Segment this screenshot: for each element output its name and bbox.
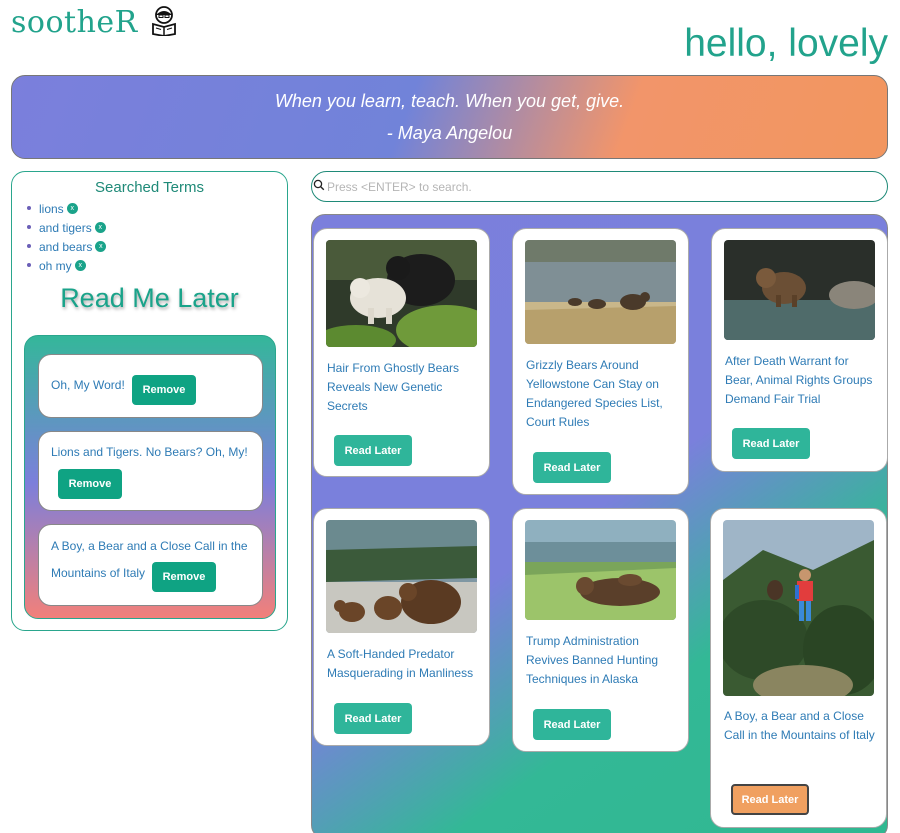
remove-term-icon[interactable]: x: [94, 222, 106, 233]
searched-terms-title: Searched Terms: [95, 179, 204, 196]
article-title[interactable]: After Death Warrant for Bear, Animal Rig…: [725, 352, 877, 409]
search-bar: [311, 171, 888, 202]
reader-icon: [150, 6, 178, 41]
read-later-button[interactable]: Read Later: [334, 435, 412, 466]
article-title[interactable]: A Boy, a Bear and a Close Call in the Mo…: [724, 707, 876, 745]
article-image[interactable]: [525, 240, 676, 344]
logo-text: sootheR: [11, 5, 138, 40]
searched-term: and tigers x: [26, 218, 106, 237]
searched-term: oh my x: [26, 256, 106, 275]
quote-author: - Maya Angelou: [386, 123, 513, 143]
article-image[interactable]: [723, 520, 874, 696]
read-later-item-title-cont[interactable]: Mountains of Italy: [51, 560, 145, 587]
read-me-later-title: Read Me Later: [60, 283, 239, 313]
article-card: A Soft-Handed Predator Masquerading in M…: [313, 508, 490, 746]
read-later-item-title[interactable]: Oh, My Word!: [51, 372, 125, 399]
search-input[interactable]: [327, 179, 827, 194]
article-title[interactable]: Grizzly Bears Around Yellowstone Can Sta…: [526, 356, 678, 432]
remove-button[interactable]: Remove: [152, 562, 216, 592]
article-card: A Boy, a Bear and a Close Call in the Mo…: [710, 508, 887, 828]
read-later-list: Oh, My Word! Remove Lions and Tigers. No…: [24, 335, 276, 619]
article-title[interactable]: Hair From Ghostly Bears Reveals New Gene…: [327, 359, 479, 416]
remove-term-icon[interactable]: x: [95, 241, 107, 252]
article-title[interactable]: A Soft-Handed Predator Masquerading in M…: [327, 645, 479, 683]
search-icon: [313, 178, 325, 196]
read-later-button[interactable]: Read Later: [334, 703, 412, 734]
quote-text: When you learn, teach. When you get, giv…: [274, 91, 625, 111]
logo[interactable]: sootheR: [11, 4, 178, 41]
searched-term: lions x: [26, 199, 106, 218]
article-card: After Death Warrant for Bear, Animal Rig…: [711, 228, 888, 472]
remove-button[interactable]: Remove: [58, 469, 122, 499]
read-later-button[interactable]: Read Later: [533, 452, 611, 483]
remove-term-icon[interactable]: x: [74, 260, 86, 271]
article-image[interactable]: [326, 520, 477, 633]
searched-terms-list: lions x and tigers x and bears x oh my x: [26, 199, 107, 275]
article-image[interactable]: [724, 240, 875, 340]
article-card: Trump Administration Revives Banned Hunt…: [512, 508, 689, 752]
remove-term-icon[interactable]: x: [66, 203, 78, 214]
searched-term-label[interactable]: and tigers: [39, 221, 92, 235]
searched-term: and bears x: [26, 237, 107, 256]
article-image[interactable]: [525, 520, 676, 620]
read-later-item-title[interactable]: A Boy, a Bear and a Close Call in the: [51, 533, 248, 560]
read-later-button[interactable]: Read Later: [533, 709, 611, 740]
read-later-button[interactable]: Read Later: [732, 428, 810, 459]
searched-term-label[interactable]: and bears: [39, 240, 92, 254]
searched-term-label[interactable]: oh my: [39, 259, 72, 273]
read-later-item: Oh, My Word! Remove: [38, 354, 263, 418]
quote-banner: When you learn, teach. When you get, giv…: [11, 75, 888, 159]
remove-button[interactable]: Remove: [132, 375, 196, 405]
greeting: hello, lovely: [684, 22, 888, 65]
article-card: Grizzly Bears Around Yellowstone Can Sta…: [512, 228, 689, 495]
results-grid: Hair From Ghostly Bears Reveals New Gene…: [311, 214, 888, 833]
read-later-item: A Boy, a Bear and a Close Call in the Mo…: [38, 524, 263, 606]
article-title[interactable]: Trump Administration Revives Banned Hunt…: [526, 632, 678, 689]
searched-term-label[interactable]: lions: [39, 202, 64, 216]
article-card: Hair From Ghostly Bears Reveals New Gene…: [313, 228, 490, 477]
read-later-item: Lions and Tigers. No Bears? Oh, My! Remo…: [38, 431, 263, 511]
article-image[interactable]: [326, 240, 477, 347]
read-later-item-title[interactable]: Lions and Tigers. No Bears? Oh, My!: [51, 439, 248, 466]
read-later-button[interactable]: Read Later: [731, 784, 809, 815]
left-panel: Searched Terms lions x and tigers x and …: [11, 171, 288, 631]
